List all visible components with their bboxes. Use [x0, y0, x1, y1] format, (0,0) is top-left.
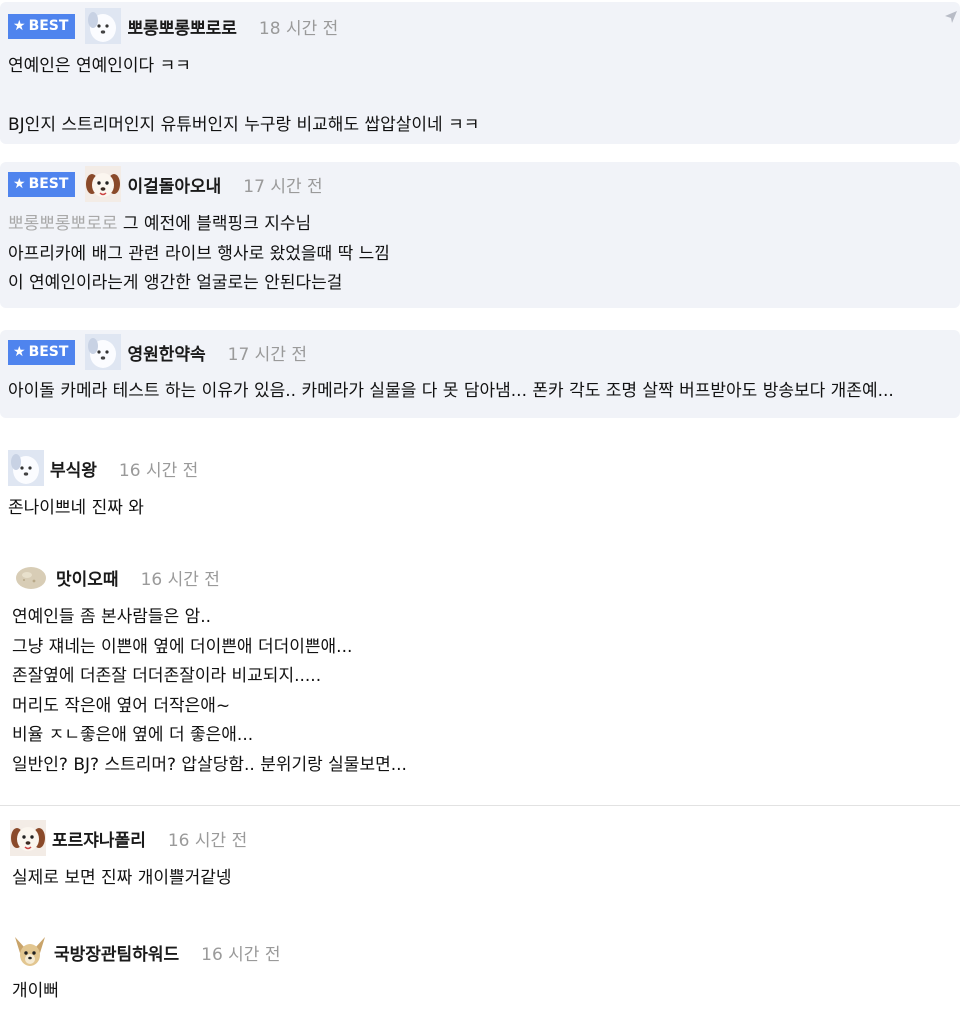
comment-time: 16 시간 전	[140, 569, 220, 590]
send-arrow-icon[interactable]	[944, 10, 958, 24]
comment-line: 개이뻐	[12, 981, 59, 1001]
comment-nickname[interactable]: 맛이오때	[56, 565, 119, 590]
brown-dog-avatar[interactable]	[85, 166, 122, 202]
comment-line: 연예인은 연예인이다 ㅋㅋ	[8, 56, 191, 76]
comment-line: 아이돌 카메라 테스트 하는 이유가 있음.. 카메라가 실물을 다 못 담아냄…	[8, 381, 894, 401]
comment-time: 17 시간 전	[227, 344, 307, 365]
brown-dog-avatar[interactable]	[10, 820, 46, 856]
comment-line: 비율 ㅈㄴ좋은애 옆에 더 좋은애...	[12, 725, 254, 745]
comment-line: 일반인? BJ? 스트리머? 압살당함.. 분위기랑 실물보면...	[12, 754, 407, 775]
star-icon: ★	[13, 18, 26, 34]
comment-header: 부식왕 16 시간 전	[8, 450, 198, 486]
comment-nickname[interactable]: 포르쟈나폴리	[52, 826, 146, 851]
comment-time: 16 시간 전	[118, 460, 199, 481]
best-badge: ★ BEST	[8, 171, 76, 197]
section-divider	[0, 805, 960, 806]
comment-header: 포르쟈나폴리 16 시간 전	[10, 820, 247, 856]
comment-line: 실제로 보면 진짜 개이쁠거같넹	[12, 868, 232, 888]
comment-body: 연예인들 좀 본사람들은 암.. 그냥 쟤네는 이쁜애 옆에 더이쁜애 더더이쁜…	[12, 603, 407, 780]
white-dog-avatar[interactable]	[8, 450, 44, 486]
comment-time: 18 시간 전	[258, 18, 339, 39]
comment-body: 존나이쁘네 진짜 와	[8, 494, 144, 524]
star-icon: ★	[13, 176, 26, 192]
comment-body: 개이뻐	[12, 977, 59, 1007]
comment-line: 연예인들 좀 본사람들은 암..	[12, 607, 212, 627]
potato-avatar[interactable]	[14, 559, 50, 595]
white-dog-avatar[interactable]	[85, 334, 122, 370]
comment-time: 17 시간 전	[243, 176, 323, 197]
comment-body: 연예인은 연예인이다 ㅋㅋ BJ인지 스트리머인지 유튜버인지 누구랑 비교해도…	[8, 52, 479, 141]
comment-line: 아프리카에 배그 관련 라이브 행사로 왔었을때 딱 느낌	[8, 243, 390, 264]
comment-line: 존나이쁘네 진짜 와	[8, 498, 144, 518]
comment-time: 16 시간 전	[167, 830, 248, 851]
comment-header: 국방장관팀하워드 16 시간 전	[12, 934, 280, 970]
comment-line: 그냥 쟤네는 이쁜애 옆에 더이쁜애 더더이쁜애...	[12, 636, 353, 657]
comment-nickname[interactable]: 뽀롱뽀롱뽀로로	[127, 14, 236, 39]
comment-line: BJ인지 스트리머인지 유튜버인지 누구랑 비교해도 쌉압살이네 ㅋㅋ	[8, 115, 480, 135]
star-icon: ★	[13, 344, 26, 360]
best-badge: ★ BEST	[8, 13, 76, 39]
mention-link[interactable]: 뽀롱뽀롱뽀로로	[8, 214, 117, 234]
chihuahua-avatar[interactable]	[12, 934, 48, 970]
comment-nickname[interactable]: 국방장관팀하워드	[54, 940, 179, 965]
comment-body: 실제로 보면 진짜 개이쁠거같넹	[12, 864, 232, 894]
best-badge: ★ BEST	[8, 339, 76, 365]
comment-header: ★ BEST 영원한약속 17 시간 전	[8, 334, 307, 370]
comment-line: 머리도 작은애 옆어 더작은애~	[12, 695, 231, 716]
comment-body: 아이돌 카메라 테스트 하는 이유가 있음.. 카메라가 실물을 다 못 담아냄…	[8, 377, 894, 407]
comment-header: 맛이오때 16 시간 전	[14, 559, 220, 595]
comment-header: ★ BEST 이걸돌아오내 17 시간 전	[8, 166, 323, 202]
comment-line: 이 연예인이라는게 앵간한 얼굴로는 안된다는걸	[8, 273, 343, 293]
comment-nickname[interactable]: 부식왕	[50, 456, 97, 481]
comment-line: 뽀롱뽀롱뽀로로 그 예전에 블랙핑크 지수님	[8, 214, 312, 234]
comment-nickname[interactable]: 이걸돌아오내	[127, 172, 221, 197]
white-dog-avatar[interactable]	[85, 8, 122, 44]
comment-time: 16 시간 전	[201, 944, 281, 965]
comment-body: 뽀롱뽀롱뽀로로 그 예전에 블랙핑크 지수님 아프리카에 배그 관련 라이브 행…	[8, 210, 390, 299]
comment-line	[8, 82, 479, 112]
comment-header: ★ BEST 뽀롱뽀롱뽀로로 18 시간 전	[8, 8, 338, 44]
comment-line: 존잘옆에 더존잘 더더존잘이라 비교되지.....	[12, 666, 322, 686]
comment-nickname[interactable]: 영원한약속	[127, 340, 205, 365]
